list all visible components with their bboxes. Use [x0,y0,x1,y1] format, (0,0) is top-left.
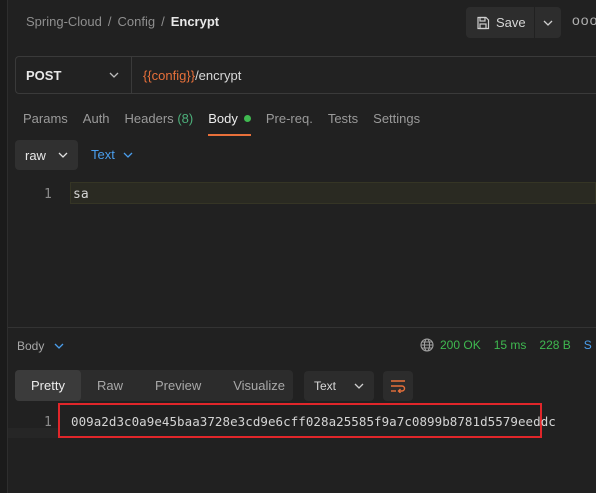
response-format-label: Text [314,379,337,393]
status-code[interactable]: 200 OK [440,338,481,352]
headers-count-badge: (8) [177,111,194,126]
tab-visualize[interactable]: Visualize [217,370,301,401]
tab-raw[interactable]: Raw [81,370,139,401]
response-size[interactable]: 228 B [539,338,570,352]
chevron-down-icon [54,343,64,349]
url-input[interactable]: {{config}}/encrypt [132,57,241,93]
method-select[interactable]: POST [16,57,132,93]
tab-headers-label: Headers [124,111,174,126]
chevron-down-icon [354,383,364,389]
response-label: Body [17,339,45,353]
tab-params[interactable]: Params [23,111,68,136]
pane-divider[interactable] [8,327,596,328]
tab-headers[interactable]: Headers (8) [125,111,194,136]
chevron-down-icon [543,20,553,26]
body-language-select[interactable]: Text [91,147,133,162]
tab-pretty[interactable]: Pretty [15,370,81,401]
save-button[interactable]: Save [466,7,534,38]
tab-tests[interactable]: Tests [328,111,358,136]
response-view-tabs: Pretty Raw Preview Visualize [15,370,293,401]
response-time[interactable]: 15 ms [494,338,527,352]
save-options-button[interactable] [535,7,561,38]
request-tabs: Params Auth Headers (8) Body Pre-req. Te… [23,111,435,136]
tab-settings[interactable]: Settings [373,111,420,136]
active-line-highlight [70,182,596,204]
body-language-label: Text [91,147,115,162]
request-body-text: sa [73,187,89,202]
save-response-truncated[interactable]: S [584,338,592,352]
response-body-text: 009a2d3c0a9e45baa3728e3cd9e6cff028a25585… [71,414,556,429]
breadcrumb-separator: / [161,14,165,29]
save-icon [477,16,490,29]
breadcrumb-separator: / [107,14,112,29]
response-body-viewer[interactable]: 1 009a2d3c0a9e45baa3728e3cd9e6cff028a255… [8,403,596,443]
method-label: POST [26,67,62,83]
body-mode-label: raw [25,147,46,163]
chevron-down-icon [123,152,133,158]
left-sidebar-edge [0,0,8,493]
save-button-group: Save [466,7,561,38]
breadcrumb-current[interactable]: Encrypt [171,14,219,29]
response-meta: 200 OK 15 ms 228 B S [420,338,592,352]
tab-preview[interactable]: Preview [139,370,217,401]
chevron-down-icon [109,72,119,78]
tab-auth[interactable]: Auth [83,111,110,136]
save-label: Save [496,15,526,30]
breadcrumb-item-config[interactable]: Config [118,14,156,29]
globe-icon[interactable] [420,338,434,352]
breadcrumb: Spring-Cloud / Config / Encrypt [26,14,219,29]
response-format-select[interactable]: Text [304,371,374,401]
body-indicator-dot [243,115,251,122]
breadcrumb-item-spring-cloud[interactable]: Spring-Cloud [26,14,102,29]
response-section-select[interactable]: Body [17,339,64,353]
body-mode-select[interactable]: raw [15,140,78,170]
line-number: 1 [44,415,52,430]
request-bar: POST {{config}}/encrypt [15,56,596,94]
line-number: 1 [44,187,52,202]
url-path: /encrypt [195,67,242,83]
request-body-editor[interactable]: 1 sa [15,182,596,327]
tab-body[interactable]: Body [208,111,251,136]
more-actions-button[interactable]: ooo [572,12,596,28]
url-variable: {{config}} [143,67,196,83]
chevron-down-icon [58,152,68,158]
tab-prereq[interactable]: Pre-req. [266,111,313,136]
wrap-lines-button[interactable] [383,371,413,401]
wrap-lines-icon [391,380,406,393]
tab-body-label: Body [208,111,238,126]
